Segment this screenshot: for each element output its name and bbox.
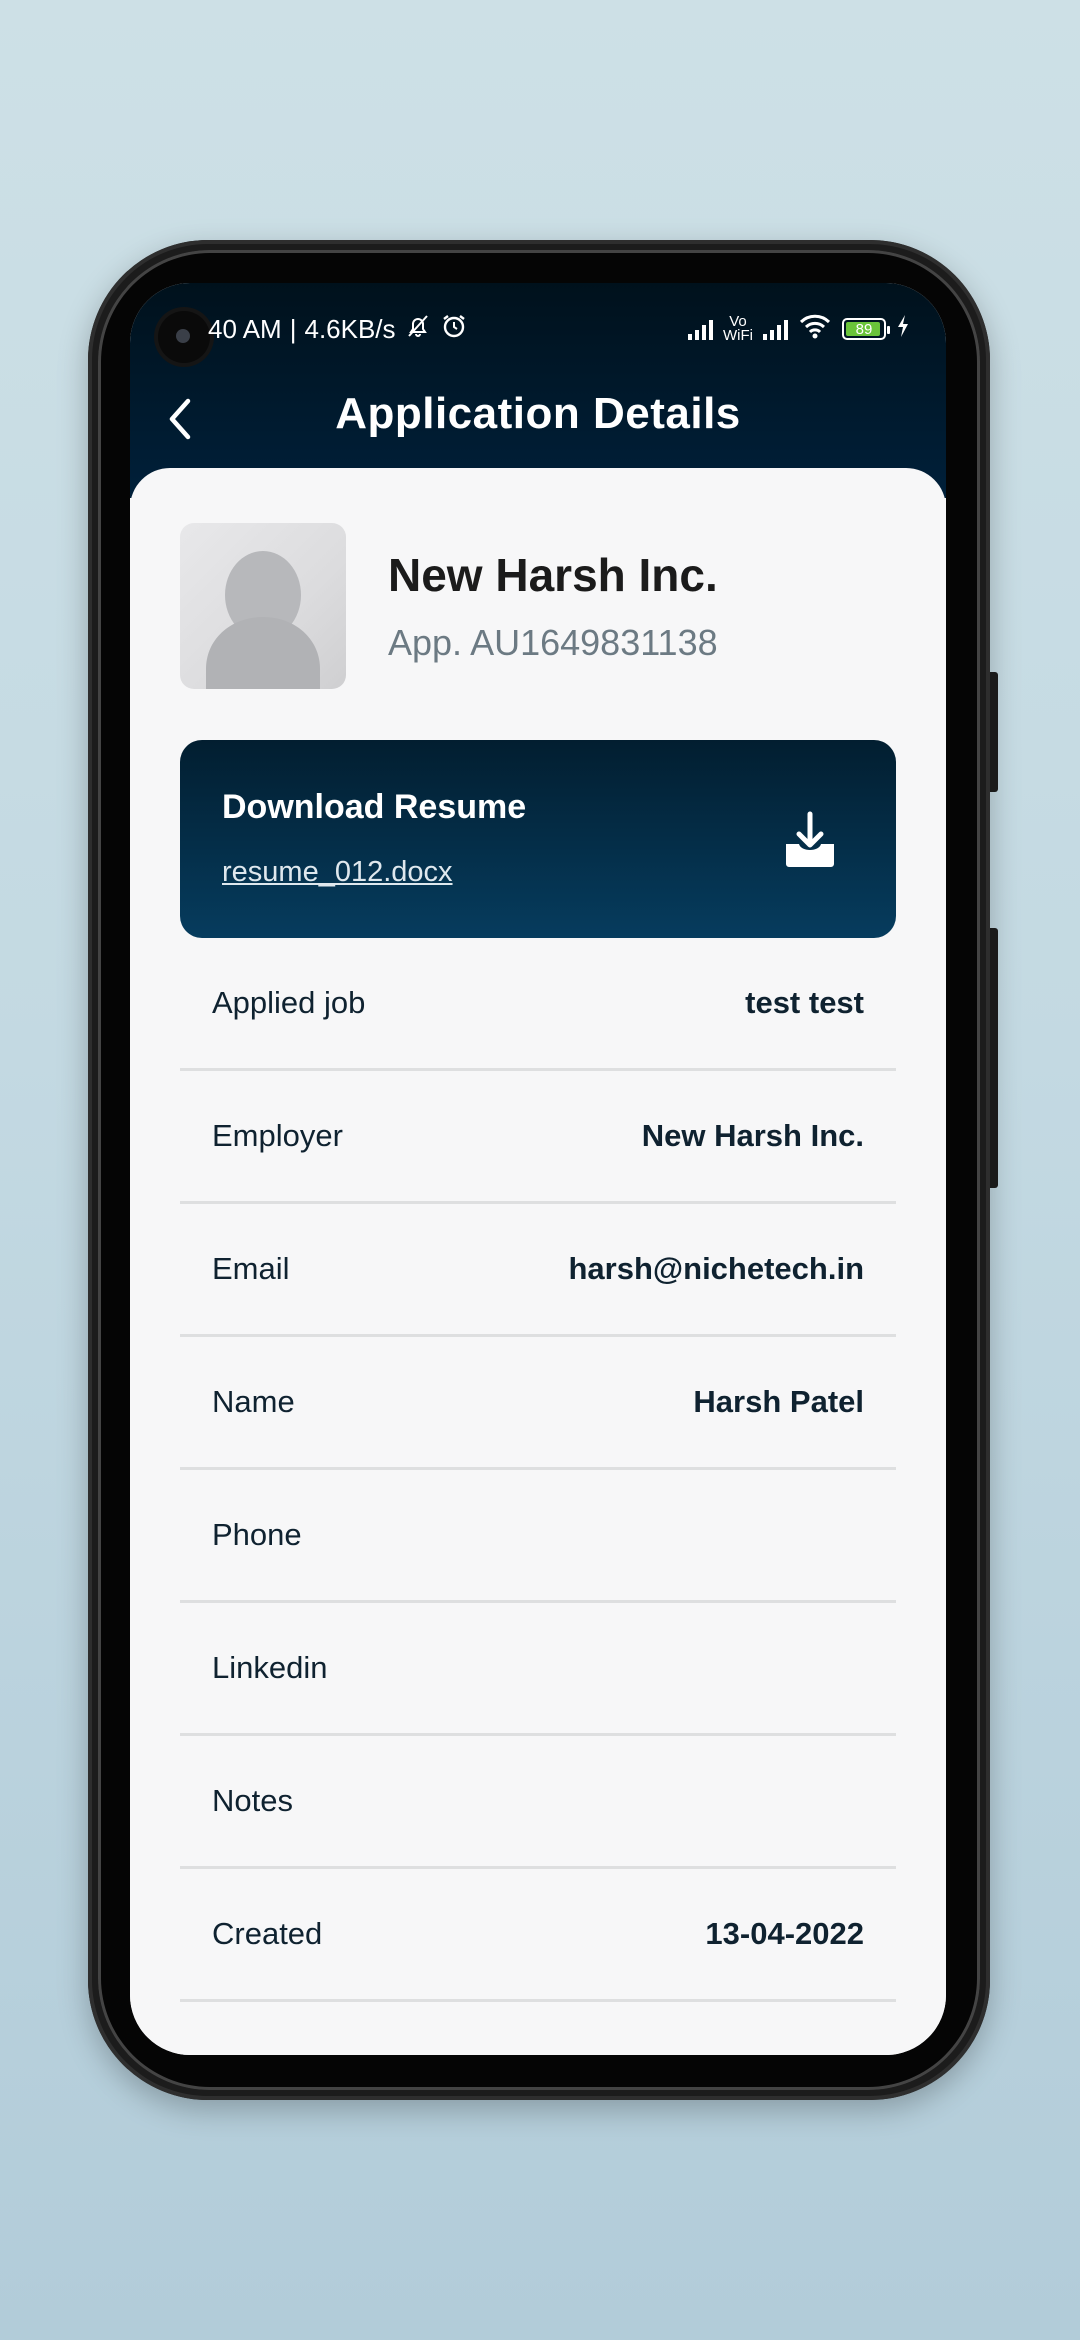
detail-value: harsh@nichetech.in bbox=[568, 1251, 864, 1286]
status-separator: | bbox=[289, 313, 297, 344]
detail-row-email: Email harsh@nichetech.in bbox=[180, 1204, 896, 1337]
resume-file-link[interactable]: resume_012.docx bbox=[222, 856, 453, 889]
detail-label: Name bbox=[212, 1384, 295, 1419]
detail-label: Linkedin bbox=[212, 1650, 328, 1685]
detail-value: New Harsh Inc. bbox=[641, 1118, 864, 1153]
profile-header: New Harsh Inc. App. AU1649831138 bbox=[180, 523, 718, 689]
detail-row-linkedin: Linkedin bbox=[180, 1603, 896, 1736]
detail-row-phone: Phone bbox=[180, 1470, 896, 1603]
details-list: Applied job test test Employer New Harsh… bbox=[180, 938, 896, 2002]
detail-row-employer: Employer New Harsh Inc. bbox=[180, 1071, 896, 1204]
avatar bbox=[180, 523, 346, 689]
detail-label: Applied job bbox=[212, 985, 366, 1020]
person-placeholder-icon bbox=[206, 551, 320, 689]
detail-label: Notes bbox=[212, 1783, 293, 1818]
app-screen: 40 AM | 4.6KB/s Vo WiFi 89 Application D… bbox=[130, 283, 946, 2055]
detail-row-notes: Notes bbox=[180, 1736, 896, 1869]
download-resume-title: Download Resume bbox=[222, 788, 527, 826]
detail-value: 13-04-2022 bbox=[705, 1916, 864, 1951]
alarm-icon bbox=[440, 312, 468, 347]
power-button bbox=[990, 928, 998, 1188]
vowifi-icon: Vo WiFi bbox=[723, 313, 753, 344]
detail-row-applied-job: Applied job test test bbox=[180, 938, 896, 1071]
download-icon bbox=[786, 811, 834, 867]
detail-value: Harsh Patel bbox=[693, 1384, 864, 1419]
download-resume-button[interactable]: Download Resume resume_012.docx bbox=[180, 740, 896, 938]
company-name: New Harsh Inc. bbox=[388, 549, 718, 601]
battery-icon: 89 bbox=[842, 318, 890, 340]
title-bar: Application Details bbox=[130, 375, 946, 455]
details-card: New Harsh Inc. App. AU1649831138 Downloa… bbox=[130, 468, 946, 2055]
detail-label: Employer bbox=[212, 1118, 343, 1153]
volume-button bbox=[990, 672, 998, 792]
signal-icon bbox=[688, 318, 713, 340]
status-bar: 40 AM | 4.6KB/s Vo WiFi 89 bbox=[130, 309, 946, 349]
application-id: App. AU1649831138 bbox=[388, 622, 718, 663]
detail-label: Email bbox=[212, 1251, 290, 1286]
detail-label: Phone bbox=[212, 1517, 302, 1552]
detail-row-name: Name Harsh Patel bbox=[180, 1337, 896, 1470]
page-title: Application Details bbox=[335, 389, 741, 438]
wifi-icon bbox=[798, 312, 832, 347]
detail-label: Created bbox=[212, 1916, 323, 1951]
bell-off-icon bbox=[404, 312, 432, 347]
app-bar: 40 AM | 4.6KB/s Vo WiFi 89 Application D… bbox=[130, 283, 946, 498]
status-net-speed: 4.6KB/s bbox=[304, 313, 396, 344]
detail-row-created: Created 13-04-2022 bbox=[180, 1869, 896, 2002]
charging-icon bbox=[896, 314, 910, 345]
status-time: 40 AM bbox=[208, 313, 282, 344]
detail-value: test test bbox=[745, 985, 864, 1020]
signal-icon bbox=[763, 318, 788, 340]
